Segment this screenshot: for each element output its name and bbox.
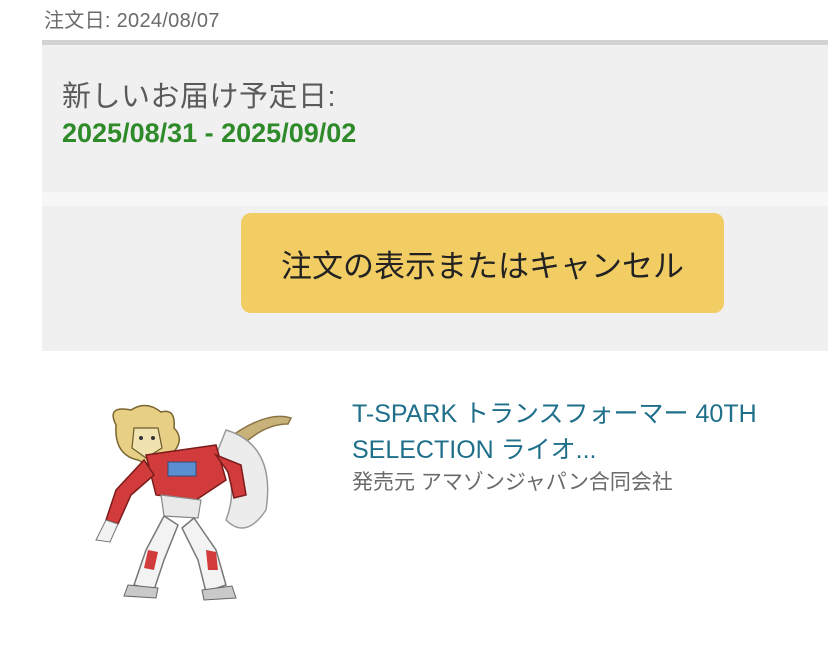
delivery-estimate-range: 2025/08/31 - 2025/09/02 <box>62 118 357 148</box>
order-card-page: 注文日: 2024/08/07 新しいお届け予定日: 2025/08/31 - … <box>0 0 828 670</box>
view-or-cancel-order-button[interactable]: 注文の表示またはキャンセル <box>241 213 724 313</box>
delivery-estimate-label: 新しいお届け予定日: <box>62 81 337 113</box>
panel-divider <box>42 192 828 206</box>
delivery-panel: 新しいお届け予定日: 2025/08/31 - 2025/09/02 注文の表示… <box>42 45 828 351</box>
product-image[interactable] <box>76 400 300 606</box>
seller-name: 発売元 アマゾンジャパン合同会社 <box>352 471 673 494</box>
product-title-link[interactable]: T-SPARK トランスフォーマー 40TH SELECTION ライオ... <box>352 396 812 468</box>
order-date: 注文日: 2024/08/07 <box>44 10 220 32</box>
